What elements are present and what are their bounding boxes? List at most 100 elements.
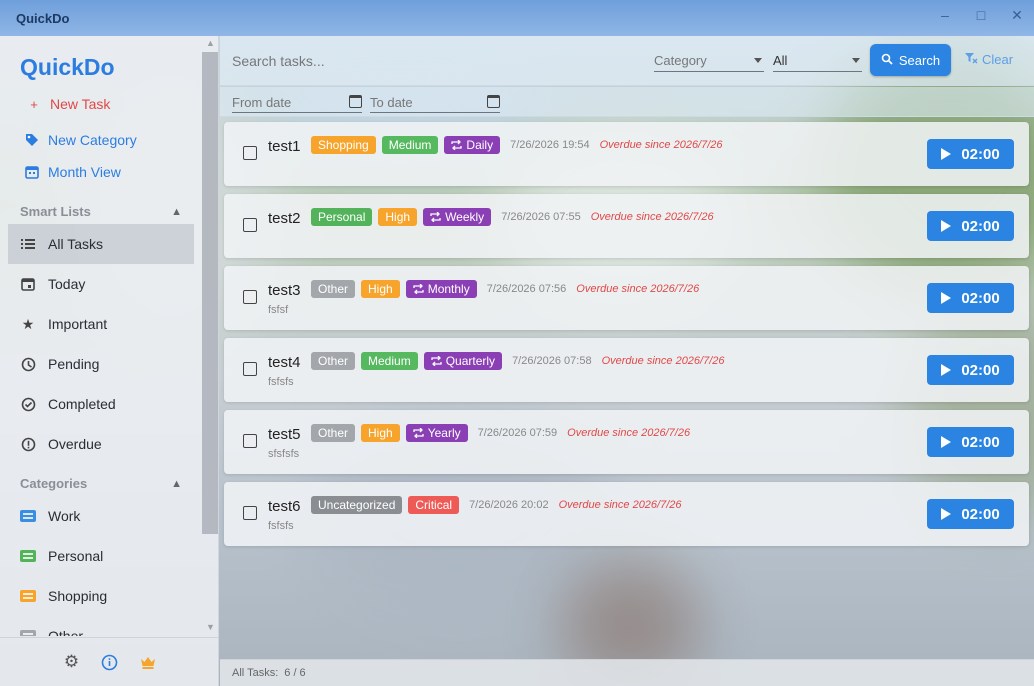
smart-lists-title: Smart Lists — [20, 204, 91, 219]
category-label: Personal — [48, 548, 104, 564]
priority-tag: Critical — [408, 496, 460, 514]
start-timer-button[interactable]: 02:00 — [927, 499, 1014, 529]
category-item-personal[interactable]: Personal — [8, 536, 194, 576]
smart-lists-header[interactable]: Smart Lists ▲ — [20, 204, 182, 219]
nav-item-today[interactable]: Today — [8, 264, 194, 304]
task-name: test6 — [268, 498, 301, 515]
month-view-button[interactable]: Month View — [24, 164, 121, 180]
filter-clear-icon — [965, 52, 978, 67]
overdue-label: Overdue since 2026/7/26 — [601, 355, 725, 367]
maximize-icon[interactable]: □ — [974, 8, 988, 22]
categories-header[interactable]: Categories ▲ — [20, 476, 182, 491]
task-card[interactable]: test2 Personal High Weekly 7/26/2026 07:55 Ov… — [224, 194, 1029, 258]
task-checkbox[interactable] — [243, 434, 257, 448]
category-item-shopping[interactable]: Shopping — [8, 576, 194, 616]
task-tags: Shopping Medium Daily 7/26/2026 19:54 Overdu… — [311, 136, 723, 154]
category-label: Shopping — [48, 588, 108, 604]
repeat-icon — [413, 428, 424, 438]
minimize-icon[interactable]: – — [938, 8, 952, 22]
task-date: 7/26/2026 07:59 — [477, 427, 558, 439]
from-date-field[interactable]: From date — [232, 93, 362, 113]
repeat-label: Weekly — [445, 210, 485, 224]
date-filter-bar: From date To date — [220, 87, 1034, 117]
start-timer-button[interactable]: 02:00 — [927, 283, 1014, 313]
clear-button[interactable]: Clear — [965, 52, 1013, 67]
scroll-down-icon[interactable]: ▼ — [206, 622, 215, 632]
gear-icon[interactable]: ⚙ — [63, 652, 81, 671]
task-card[interactable]: test5 sfsfsfs Other High Yearly 7/26/2026 07:… — [224, 410, 1029, 474]
calendar-icon — [24, 165, 40, 179]
info-icon[interactable] — [101, 653, 119, 671]
overdue-label: Overdue since 2026/7/26 — [590, 211, 714, 223]
timer-label: 02:00 — [961, 433, 1000, 451]
nav-item-all-tasks[interactable]: All Tasks — [8, 224, 194, 264]
task-name: test2 — [268, 210, 301, 227]
clear-button-label: Clear — [982, 52, 1014, 67]
crown-icon[interactable] — [139, 653, 157, 671]
category-tag: Other — [311, 280, 356, 298]
task-tags: Personal High Weekly 7/26/2026 07:55 Overdue… — [311, 208, 714, 226]
nav-item-important[interactable]: ★ Important — [8, 304, 194, 344]
new-category-button[interactable]: New Category — [24, 132, 137, 148]
nav-item-pending[interactable]: Pending — [8, 344, 194, 384]
overdue-label: Overdue since 2026/7/26 — [576, 283, 700, 295]
repeat-icon — [430, 212, 441, 222]
status-filter-select[interactable]: All — [773, 50, 862, 72]
task-card[interactable]: test6 fsfsfs Uncategorized Critical 7/26/202… — [224, 482, 1029, 546]
month-view-label: Month View — [48, 164, 121, 180]
calendar-icon[interactable] — [487, 95, 500, 108]
timer-label: 02:00 — [961, 217, 1000, 235]
task-tags: Uncategorized Critical 7/26/2026 20:02 Over… — [311, 496, 682, 514]
calendar-icon[interactable] — [349, 95, 362, 108]
new-task-button[interactable]: + New Task — [26, 96, 110, 112]
task-date: 7/26/2026 07:55 — [501, 211, 581, 223]
category-item-work[interactable]: Work — [8, 496, 194, 536]
category-color-icon — [20, 510, 36, 522]
nav-label: Today — [48, 276, 86, 292]
task-description: sfsfsfs — [268, 448, 300, 460]
task-description: fsfsfs — [268, 520, 294, 532]
nav-item-overdue[interactable]: Overdue — [8, 424, 194, 464]
scrollbar-thumb[interactable] — [202, 52, 218, 534]
to-date-field[interactable]: To date — [370, 93, 500, 113]
search-toolbar: Category All Search Clear — [220, 36, 1034, 86]
list-icon — [20, 236, 36, 252]
calendar-today-icon — [20, 276, 36, 292]
priority-tag: Medium — [361, 352, 418, 370]
chevron-up-icon[interactable]: ▲ — [171, 206, 182, 218]
status-bar: All Tasks: 6 / 6 — [220, 659, 1034, 686]
repeat-label: Daily — [466, 138, 494, 152]
chevron-up-icon[interactable]: ▲ — [171, 478, 182, 490]
close-icon[interactable]: ✕ — [1010, 8, 1024, 22]
priority-tag: Medium — [381, 136, 439, 154]
new-category-label: New Category — [48, 132, 137, 148]
task-date: 7/26/2026 19:54 — [510, 139, 590, 151]
search-button[interactable]: Search — [870, 44, 951, 76]
task-checkbox[interactable] — [243, 146, 257, 160]
task-card[interactable]: test4 fsfsfs Other Medium Quarterly 7/26/2026… — [224, 338, 1029, 402]
timer-label: 02:00 — [961, 505, 1000, 523]
search-button-label: Search — [898, 52, 941, 68]
start-timer-button[interactable]: 02:00 — [927, 427, 1014, 457]
category-item-other[interactable]: Other — [8, 616, 194, 636]
star-icon: ★ — [21, 315, 35, 332]
nav-item-completed[interactable]: Completed — [8, 384, 194, 424]
category-select[interactable]: Category — [654, 50, 764, 72]
nav-label: All Tasks — [48, 236, 103, 252]
scroll-up-icon[interactable]: ▲ — [206, 38, 215, 48]
task-checkbox[interactable] — [243, 506, 257, 520]
task-checkbox[interactable] — [243, 362, 257, 376]
search-input[interactable] — [232, 50, 612, 72]
start-timer-button[interactable]: 02:00 — [927, 211, 1014, 241]
task-description: fsfsfs — [268, 376, 294, 388]
sidebar-footer: ⚙ — [0, 637, 219, 686]
task-card[interactable]: test3 fsfsf Other High Monthly 7/26/2026 07:5… — [224, 266, 1029, 330]
task-checkbox[interactable] — [243, 290, 257, 304]
task-checkbox[interactable] — [243, 218, 257, 232]
start-timer-button[interactable]: 02:00 — [927, 355, 1014, 385]
start-timer-button[interactable]: 02:00 — [927, 139, 1014, 169]
task-card[interactable]: test1 Shopping Medium Daily 7/26/2026 19:54 O… — [224, 122, 1029, 186]
chevron-down-icon — [852, 58, 860, 63]
sidebar-scrollbar[interactable]: ▲ ▼ — [202, 36, 218, 636]
overdue-label: Overdue since 2026/7/26 — [599, 139, 723, 151]
